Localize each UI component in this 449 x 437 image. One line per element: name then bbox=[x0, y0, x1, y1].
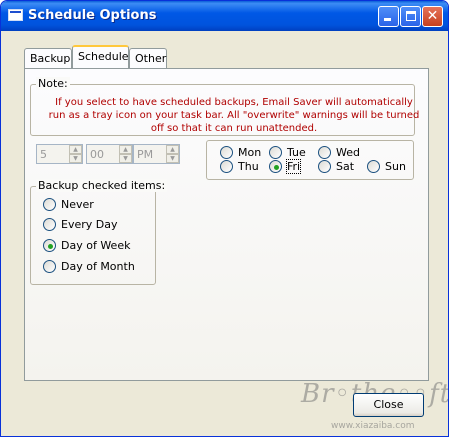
radio-fri-label: Fri bbox=[285, 159, 302, 174]
title-bar[interactable]: Schedule Options ✕ bbox=[1, 1, 448, 31]
minute-spinner[interactable]: 00 ▲ ▼ bbox=[86, 144, 133, 164]
close-button[interactable]: Close bbox=[353, 393, 424, 417]
hour-spinner[interactable]: 5 ▲ ▼ bbox=[36, 144, 83, 164]
radio-sat[interactable]: Sat bbox=[318, 160, 364, 174]
close-window-button[interactable]: ✕ bbox=[422, 6, 443, 27]
minute-value: 00 bbox=[90, 148, 104, 161]
maximize-button[interactable] bbox=[400, 6, 421, 27]
tab-other[interactable]: Other bbox=[129, 48, 167, 68]
radio-fri[interactable]: Fri bbox=[269, 159, 315, 174]
close-icon: ✕ bbox=[426, 8, 439, 24]
minimize-icon bbox=[384, 18, 391, 21]
hour-value: 5 bbox=[40, 148, 47, 161]
ampm-spinner[interactable]: PM ▲ ▼ bbox=[133, 144, 180, 164]
minimize-button[interactable] bbox=[378, 6, 399, 27]
radio-day-of-week-label: Day of Week bbox=[61, 239, 131, 252]
radio-tue[interactable]: Tue bbox=[269, 146, 315, 160]
radio-wed[interactable]: Wed bbox=[318, 146, 364, 160]
radio-tue-label: Tue bbox=[287, 146, 306, 159]
radio-day-of-month-label: Day of Month bbox=[61, 260, 135, 273]
radio-day-of-month[interactable]: Day of Month bbox=[43, 260, 143, 274]
schedule-options-window: Schedule Options ✕ Backup Schedule Other… bbox=[0, 0, 449, 437]
radio-sun[interactable]: Sun bbox=[367, 160, 413, 174]
minute-up-arrow-icon[interactable]: ▲ bbox=[119, 145, 132, 154]
radio-thu[interactable]: Thu bbox=[220, 160, 266, 174]
radio-wed-label: Wed bbox=[336, 146, 360, 159]
tab-other-label: Other bbox=[135, 52, 167, 65]
ampm-value: PM bbox=[137, 148, 154, 161]
radio-sat-label: Sat bbox=[336, 160, 355, 173]
radio-every-day[interactable]: Every Day bbox=[43, 218, 143, 232]
ampm-down-arrow-icon[interactable]: ▼ bbox=[166, 154, 179, 163]
tab-schedule-label: Schedule bbox=[78, 50, 129, 63]
hour-down-arrow-icon[interactable]: ▼ bbox=[69, 154, 82, 163]
radio-mon[interactable]: Mon bbox=[220, 146, 266, 160]
window-title: Schedule Options bbox=[28, 8, 157, 23]
radio-every-day-label: Every Day bbox=[61, 218, 118, 231]
app-icon bbox=[8, 9, 23, 21]
radio-never-label: Never bbox=[61, 198, 94, 211]
ampm-up-arrow-icon[interactable]: ▲ bbox=[166, 145, 179, 154]
backup-legend: Backup checked items: bbox=[36, 179, 168, 192]
minute-down-arrow-icon[interactable]: ▼ bbox=[119, 154, 132, 163]
tab-schedule[interactable]: Schedule bbox=[72, 45, 129, 68]
maximize-icon bbox=[406, 11, 416, 21]
tab-backup-label: Backup bbox=[30, 52, 71, 65]
radio-never[interactable]: Never bbox=[43, 198, 143, 212]
radio-mon-label: Mon bbox=[238, 146, 262, 159]
hour-up-arrow-icon[interactable]: ▲ bbox=[69, 145, 82, 154]
radio-sun-label: Sun bbox=[385, 160, 406, 173]
note-legend: Note: bbox=[36, 77, 70, 90]
radio-thu-label: Thu bbox=[238, 160, 259, 173]
radio-day-of-week[interactable]: Day of Week bbox=[43, 239, 143, 253]
note-text: If you select to have scheduled backups,… bbox=[48, 97, 420, 134]
tab-backup[interactable]: Backup bbox=[24, 48, 72, 68]
watermark-url: www.xiazaiba.com bbox=[331, 421, 415, 431]
